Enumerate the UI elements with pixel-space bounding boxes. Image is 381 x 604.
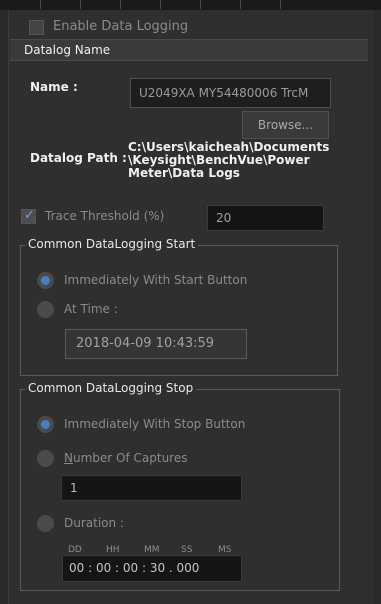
trace-threshold-label: Trace Threshold (%): [45, 209, 165, 223]
stop-captures-radio[interactable]: [37, 450, 54, 467]
enable-logging-label: Enable Data Logging: [53, 19, 189, 34]
toolbar-segment: [80, 0, 121, 9]
stop-duration-label: Duration :: [64, 516, 124, 530]
toolbar-segment: [120, 0, 161, 9]
datalog-name-title: Datalog Name: [24, 43, 111, 57]
browse-button[interactable]: Browse...: [242, 111, 329, 139]
start-time-input[interactable]: 2018-04-09 10:43:59: [65, 329, 247, 359]
stop-immediately-radio[interactable]: [37, 416, 54, 433]
duration-hh-label: HH: [106, 545, 120, 555]
captures-label-rest: umber Of Captures: [72, 451, 188, 465]
top-toolbar-strip: [0, 0, 381, 10]
check-icon: ✓: [24, 208, 35, 223]
duration-input[interactable]: 00 : 00 : 00 : 30 . 000: [62, 555, 242, 582]
toolbar-segment: [40, 0, 81, 9]
name-label: Name :: [30, 80, 78, 94]
name-input[interactable]: U2049XA MY54480006 TrcM: [130, 78, 331, 108]
toolbar-segment: [200, 0, 241, 9]
start-at-time-label: At Time :: [64, 302, 118, 316]
stop-captures-label: Number Of Captures: [64, 451, 187, 465]
duration-mm-label: MM: [144, 545, 160, 555]
toolbar-segment: [240, 0, 281, 9]
trace-threshold-checkbox[interactable]: ✓: [21, 208, 36, 224]
duration-ms-label: MS: [218, 545, 232, 555]
datalog-path-line: Meter\Data Logs: [128, 166, 240, 180]
stop-immediately-label: Immediately With Stop Button: [64, 417, 246, 431]
enable-logging-checkbox[interactable]: [29, 20, 44, 35]
start-immediately-label: Immediately With Start Button: [64, 273, 248, 287]
start-at-time-radio[interactable]: [37, 301, 54, 318]
start-group-title: Common DataLogging Start: [25, 237, 199, 251]
duration-ss-label: SS: [181, 545, 193, 555]
stop-duration-radio[interactable]: [37, 515, 54, 532]
stop-group-title: Common DataLogging Stop: [25, 381, 197, 395]
datalog-path-value: C:\Users\kaicheah\Documents \Keysight\Be…: [128, 141, 329, 180]
toolbar-segment: [0, 0, 41, 9]
datalog-name-header: Datalog Name: [10, 39, 368, 61]
captures-mnemonic: N: [64, 451, 73, 465]
start-immediately-radio[interactable]: [37, 272, 54, 289]
trace-threshold-input[interactable]: 20: [207, 205, 324, 231]
toolbar-segment: [160, 0, 201, 9]
duration-dd-label: DD: [68, 545, 82, 555]
datalog-path-label: Datalog Path :: [30, 151, 127, 165]
captures-input[interactable]: 1: [61, 475, 242, 501]
